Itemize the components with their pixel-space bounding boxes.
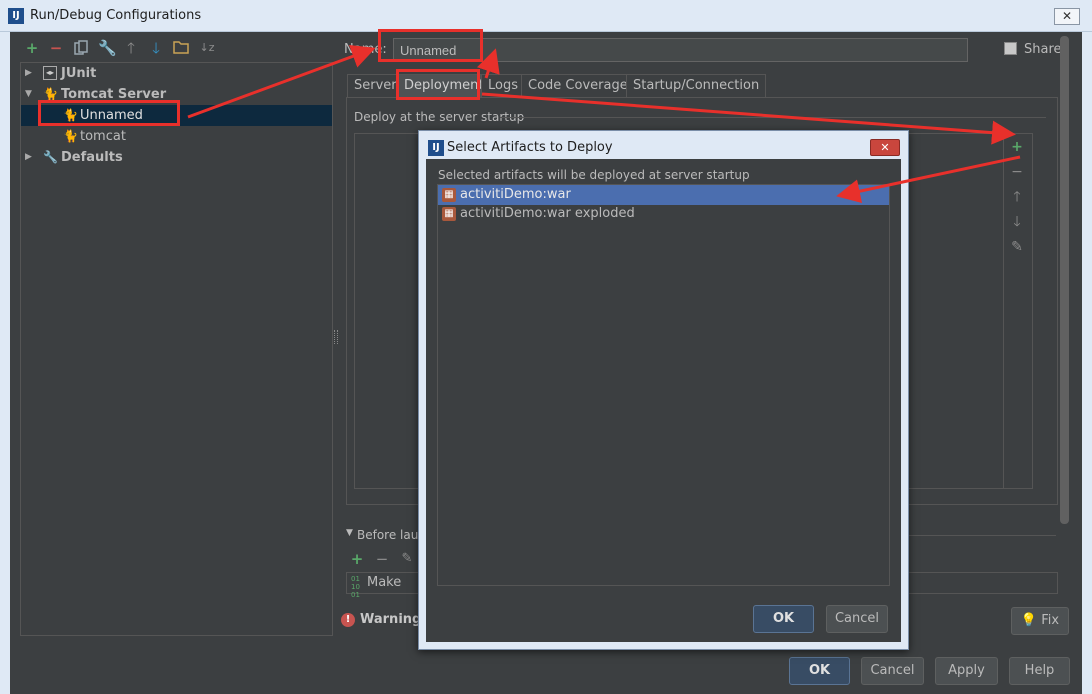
fix-button[interactable]: 💡 Fix	[1011, 607, 1069, 635]
fix-label: Fix	[1041, 613, 1060, 628]
tree-item-label: Defaults	[61, 150, 123, 165]
remove-icon[interactable]: −	[48, 40, 64, 56]
sort-icon[interactable]: ↓z	[199, 40, 215, 56]
tab-startup-connection[interactable]: Startup/Connection	[626, 74, 767, 98]
tomcat-icon: 🐈	[63, 129, 78, 143]
tree-item-tomcat[interactable]: 🐈 tomcat	[21, 126, 332, 147]
splitter-handle[interactable]	[334, 330, 338, 344]
before-launch-label: Before laun	[357, 528, 426, 542]
annotation-box-unnamed	[38, 100, 180, 126]
lightbulb-icon: 💡	[1020, 613, 1038, 628]
make-icon: 01 10 01	[351, 575, 360, 599]
intellij-logo-icon: IJ	[428, 140, 444, 156]
dialog-cancel-button[interactable]: Cancel	[826, 605, 888, 633]
section-divider	[500, 117, 1046, 118]
share-label: Share	[1024, 42, 1062, 57]
artifact-label: activitiDemo:war	[460, 187, 571, 202]
tree-item-defaults[interactable]: ▶ 🔧 Defaults	[21, 147, 332, 168]
configuration-tree: ▶ ◂▸ JUnit ▼ 🐈 Tomcat Server 🐈 Unnamed 🐈…	[20, 62, 333, 636]
cancel-button[interactable]: Cancel	[861, 657, 924, 685]
tree-item-label: tomcat	[80, 129, 126, 144]
folder-icon[interactable]	[173, 40, 189, 56]
warning-label: Warning:	[360, 612, 427, 627]
add-icon[interactable]: +	[24, 40, 40, 56]
help-button[interactable]: Help	[1009, 657, 1070, 685]
ok-button[interactable]: OK	[789, 657, 850, 685]
tomcat-icon: 🐈	[43, 87, 58, 101]
edit-task-icon[interactable]: ✎	[399, 551, 415, 567]
dialog-close-button[interactable]: ✕	[870, 139, 900, 156]
collapse-icon[interactable]: ▼	[25, 84, 32, 105]
artifact-icon: ▦	[442, 207, 456, 221]
tab-logs[interactable]: Logs	[481, 74, 525, 98]
move-up-icon[interactable]: 🡑	[123, 40, 139, 56]
window-title: Run/Debug Configurations	[30, 8, 202, 23]
tree-item-junit[interactable]: ▶ ◂▸ JUnit	[21, 63, 332, 84]
window-frame-left	[0, 32, 10, 694]
tab-code-coverage[interactable]: Code Coverage	[521, 74, 635, 98]
copy-icon[interactable]	[73, 40, 89, 56]
warning-icon: !	[341, 613, 355, 627]
move-down-icon[interactable]: 🡓	[148, 40, 164, 56]
remove-task-icon[interactable]: −	[374, 551, 390, 567]
remove-artifact-button[interactable]: −	[1008, 163, 1026, 181]
before-launch-collapse-icon[interactable]: ▼	[346, 528, 353, 538]
dialog-title: Select Artifacts to Deploy	[447, 140, 613, 155]
window-close-button[interactable]: ✕	[1054, 8, 1080, 25]
expand-icon[interactable]: ▶	[25, 63, 32, 84]
artifact-item-war-exploded[interactable]: ▦ activitiDemo:war exploded	[438, 204, 889, 224]
vertical-scrollbar[interactable]	[1060, 36, 1069, 524]
apply-button[interactable]: Apply	[935, 657, 998, 685]
deploy-section-label: Deploy at the server startup	[354, 110, 525, 124]
deploy-list-toolbar	[1003, 133, 1033, 489]
window-frame-right	[1082, 32, 1092, 694]
edit-artifact-button[interactable]: ✎	[1008, 238, 1026, 256]
artifact-item-war[interactable]: ▦ activitiDemo:war	[438, 185, 889, 205]
tree-item-label: JUnit	[61, 66, 97, 81]
artifact-list	[437, 184, 890, 586]
share-checkbox[interactable]	[1004, 42, 1017, 55]
junit-icon: ◂▸	[43, 66, 57, 80]
window-titlebar: IJ Run/Debug Configurations ✕	[0, 0, 1092, 32]
edit-defaults-icon[interactable]: 🔧	[98, 40, 117, 56]
move-down-button[interactable]: 🡓	[1008, 213, 1026, 231]
add-artifact-button[interactable]: +	[1008, 138, 1026, 156]
artifact-icon: ▦	[442, 188, 456, 202]
make-label: Make	[367, 575, 402, 590]
intellij-logo-icon: IJ	[8, 8, 24, 24]
move-up-button[interactable]: 🡑	[1008, 188, 1026, 206]
wrench-icon: 🔧	[43, 150, 58, 164]
annotation-box-name	[378, 29, 483, 62]
expand-icon[interactable]: ▶	[25, 147, 32, 168]
artifact-label: activitiDemo:war exploded	[460, 206, 635, 221]
dialog-hint: Selected artifacts will be deployed at s…	[438, 168, 750, 182]
add-task-icon[interactable]: +	[349, 551, 365, 567]
dialog-ok-button[interactable]: OK	[753, 605, 814, 633]
annotation-box-deployment-tab	[396, 69, 480, 100]
